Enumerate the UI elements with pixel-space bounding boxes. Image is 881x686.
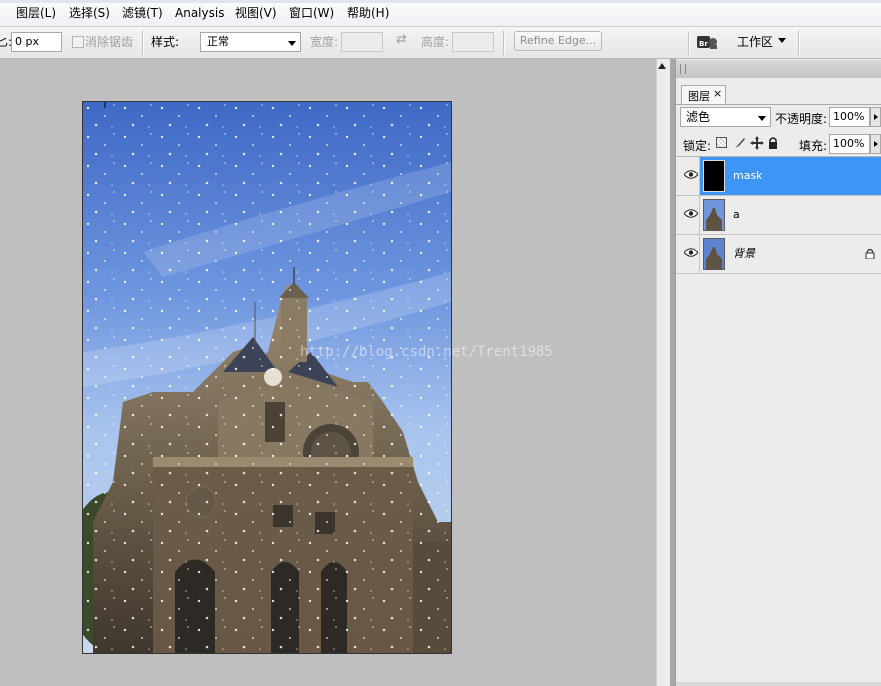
menu-window[interactable]: 窗口(W) bbox=[289, 6, 334, 20]
chevron-down-icon bbox=[758, 116, 766, 121]
vertical-scrollbar[interactable] bbox=[656, 59, 671, 686]
feather-input[interactable]: 0 px bbox=[11, 32, 62, 52]
style-select-value: 正常 bbox=[207, 35, 229, 48]
eye-icon[interactable] bbox=[684, 170, 698, 179]
document-image[interactable] bbox=[82, 101, 452, 654]
opacity-label: 不透明度: bbox=[775, 112, 828, 126]
width-input[interactable] bbox=[341, 32, 383, 52]
svg-text:Br: Br bbox=[699, 40, 708, 48]
antialias-label: 消除锯齿 bbox=[85, 35, 134, 49]
visibility-cell[interactable] bbox=[676, 235, 700, 273]
lock-label: 锁定: bbox=[683, 139, 712, 153]
divider bbox=[503, 31, 505, 55]
fill-label: 填充: bbox=[799, 139, 828, 153]
panel-header-bar[interactable] bbox=[676, 60, 881, 78]
layer-row-mask[interactable]: mask bbox=[676, 157, 881, 196]
menu-analysis[interactable]: Analysis bbox=[175, 6, 224, 20]
scroll-up-arrow-icon[interactable] bbox=[658, 63, 666, 69]
menu-layer[interactable]: 图层(L) bbox=[16, 6, 56, 20]
layer-thumbnail bbox=[703, 199, 725, 231]
workspace-label[interactable]: 工作区 bbox=[737, 35, 773, 49]
tab-layers-label: 图层 bbox=[688, 90, 710, 103]
lock-transparency-icon[interactable] bbox=[716, 137, 727, 148]
options-bar: 匕: 0 px 消除锯齿 样式: 正常 宽度: ⇄ 高度: Refine Edg… bbox=[0, 27, 881, 59]
bridge-icon[interactable]: Br bbox=[696, 33, 718, 51]
panel-footer bbox=[676, 682, 881, 686]
menu-view[interactable]: 视图(V) bbox=[235, 6, 277, 20]
visibility-cell[interactable] bbox=[676, 196, 700, 234]
lock-icon bbox=[865, 248, 875, 259]
antialias-checkbox[interactable] bbox=[72, 36, 84, 48]
layer-row-background[interactable]: 背景 bbox=[676, 235, 881, 274]
width-label: 宽度: bbox=[310, 35, 339, 49]
blend-mode-value: 滤色 bbox=[686, 110, 711, 124]
divider bbox=[798, 31, 800, 55]
visibility-cell[interactable] bbox=[676, 157, 700, 195]
brush-icon[interactable] bbox=[733, 136, 747, 150]
workspace-chevron-icon[interactable] bbox=[778, 38, 786, 43]
layer-name: mask bbox=[733, 169, 763, 182]
style-select[interactable]: 正常 bbox=[200, 32, 301, 52]
eye-icon[interactable] bbox=[684, 248, 698, 257]
refine-edge-button[interactable]: Refine Edge... bbox=[514, 31, 602, 51]
tab-layers[interactable]: 图层 × bbox=[681, 85, 726, 104]
swap-icon[interactable]: ⇄ bbox=[396, 33, 407, 47]
opacity-input[interactable]: 100% bbox=[829, 107, 870, 127]
close-icon[interactable]: × bbox=[713, 87, 722, 100]
title-strip bbox=[0, 0, 881, 3]
fill-slider-button[interactable] bbox=[870, 134, 881, 154]
menu-help[interactable]: 帮助(H) bbox=[347, 6, 389, 20]
play-arrow-icon bbox=[874, 114, 878, 120]
style-label: 样式: bbox=[151, 35, 180, 49]
blend-mode-select[interactable]: 滤色 bbox=[680, 107, 771, 127]
play-arrow-icon bbox=[874, 141, 878, 147]
layer-thumbnail bbox=[703, 238, 725, 270]
layer-row-a[interactable]: a bbox=[676, 196, 881, 235]
layer-name: 背景 bbox=[733, 247, 755, 260]
layer-name: a bbox=[733, 208, 740, 221]
menu-filter[interactable]: 滤镜(T) bbox=[122, 6, 163, 20]
menu-select[interactable]: 选择(S) bbox=[69, 6, 110, 20]
divider bbox=[142, 31, 144, 55]
move-icon[interactable] bbox=[750, 136, 764, 150]
fill-input[interactable]: 100% bbox=[829, 134, 870, 154]
layer-thumbnail bbox=[703, 160, 725, 192]
lock-all-icon[interactable] bbox=[767, 136, 779, 150]
grip-icon[interactable] bbox=[680, 64, 686, 74]
height-input[interactable] bbox=[452, 32, 494, 52]
tab-underline bbox=[676, 104, 881, 105]
eye-icon[interactable] bbox=[684, 209, 698, 218]
opacity-slider-button[interactable] bbox=[870, 107, 881, 127]
height-label: 高度: bbox=[421, 35, 450, 49]
watermark-text: http://blog.csdn.net/Trent1985 bbox=[300, 344, 553, 360]
menu-bar: ) 图层(L) 选择(S) 滤镜(T) Analysis 视图(V) 窗口(W)… bbox=[0, 0, 881, 27]
chevron-down-icon bbox=[288, 41, 296, 46]
divider bbox=[688, 31, 690, 55]
